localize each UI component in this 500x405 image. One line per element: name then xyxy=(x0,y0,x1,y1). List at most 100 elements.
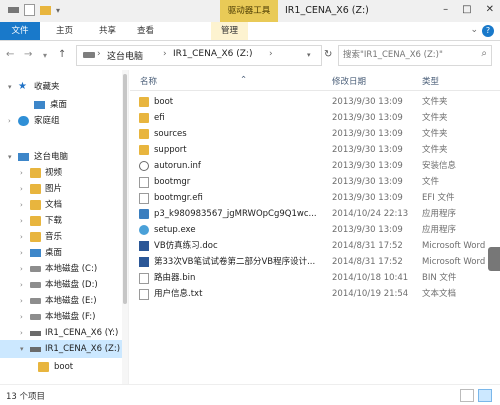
file-type: 文件夹 xyxy=(422,97,448,107)
folder-icon xyxy=(139,113,149,123)
file-type: 应用程序 xyxy=(422,225,457,235)
search-box[interactable]: ⌕ xyxy=(338,45,492,66)
search-icon[interactable]: ⌕ xyxy=(481,48,487,59)
nav-homegroup[interactable]: › 家庭组 xyxy=(0,112,128,130)
file-type: 文本文档 xyxy=(422,289,457,299)
word-doc-icon xyxy=(139,241,149,251)
new-folder-icon[interactable] xyxy=(40,5,51,15)
file-date: 2013/9/30 13:09 xyxy=(332,177,403,187)
file-name: bootmgr.efi xyxy=(154,193,203,203)
dvd-drive-icon xyxy=(30,331,41,336)
tab-manage[interactable]: 管理 xyxy=(211,22,249,40)
tab-home[interactable]: 主页 xyxy=(56,22,73,40)
pictures-folder-icon xyxy=(30,184,41,194)
list-item[interactable]: setup.exe 2013/9/30 13:09 应用程序 xyxy=(130,222,500,238)
dvd-drive-icon xyxy=(30,347,41,352)
file-date: 2013/9/30 13:09 xyxy=(332,193,403,203)
file-date: 2014/8/31 17:52 xyxy=(332,241,403,251)
list-item[interactable]: autorun.inf 2013/9/30 13:09 安装信息 xyxy=(130,158,500,174)
nav-scrollbar[interactable] xyxy=(122,70,128,384)
column-header-date[interactable]: 修改日期 xyxy=(332,75,366,87)
breadcrumb-drive[interactable]: IR1_CENA_X6 (Z:) xyxy=(173,49,252,59)
details-view-icon[interactable] xyxy=(460,389,474,402)
list-item[interactable]: bootmgr.efi 2013/9/30 13:09 EFI 文件 xyxy=(130,190,500,206)
address-bar[interactable]: › 这台电脑 › IR1_CENA_X6 (Z:) › ▾ xyxy=(76,45,322,66)
side-handle[interactable] xyxy=(488,247,500,271)
column-header-name[interactable]: 名称 xyxy=(140,75,157,87)
list-item[interactable]: 路由器.bin 2014/10/18 10:41 BIN 文件 xyxy=(130,270,500,286)
nav-subfolder[interactable]: boot xyxy=(0,358,128,376)
file-name: setup.exe xyxy=(154,225,196,235)
file-name: sources xyxy=(154,129,187,139)
list-item[interactable]: 第33次VB笔试试卷第二部分VB程序设计... 2014/8/31 17:52 … xyxy=(130,254,500,270)
status-bar: 13 个项目 xyxy=(0,384,500,405)
nav-scrollbar-thumb[interactable] xyxy=(123,74,127,304)
file-date: 2013/9/30 13:09 xyxy=(332,145,403,155)
large-icons-view-icon[interactable] xyxy=(478,389,492,402)
customize-chevron-icon[interactable]: ▾ xyxy=(56,6,60,15)
title-bar: ▾ 驱动器工具 IR1_CENA_X6 (Z:) – □ ✕ xyxy=(0,0,500,23)
search-input[interactable] xyxy=(339,46,475,63)
list-item[interactable]: p3_k980983567_jgMRWOpCg9Q1wc... 2014/10/… xyxy=(130,206,500,222)
list-item[interactable]: bootmgr 2013/9/30 13:09 文件 xyxy=(130,174,500,190)
tab-file[interactable]: 文件 xyxy=(0,22,40,40)
column-header-type[interactable]: 类型 xyxy=(422,75,439,87)
forward-arrow-icon[interactable]: → xyxy=(24,49,32,60)
window-title: IR1_CENA_X6 (Z:) xyxy=(285,5,369,16)
up-arrow-icon[interactable]: ↑ xyxy=(58,49,66,60)
list-item[interactable]: boot 2013/9/30 13:09 文件夹 xyxy=(130,94,500,110)
tab-view[interactable]: 查看 xyxy=(137,22,154,40)
file-date: 2013/9/30 13:09 xyxy=(332,97,403,107)
expand-ribbon-chevron-icon[interactable]: ⌄ xyxy=(470,25,478,35)
desktop-icon xyxy=(30,249,41,257)
nav-favorites[interactable]: ▾ ★ 收藏夹 xyxy=(0,78,128,96)
breadcrumb-separator: › xyxy=(163,49,167,59)
list-item[interactable]: efi 2013/9/30 13:09 文件夹 xyxy=(130,110,500,126)
file-date: 2014/10/19 21:54 xyxy=(332,289,409,299)
maximize-button[interactable]: □ xyxy=(462,4,471,15)
nav-favorites-label: 收藏夹 xyxy=(34,82,60,92)
word-doc-icon xyxy=(139,257,149,267)
file-type: 文件夹 xyxy=(422,145,448,155)
file-name: p3_k980983567_jgMRWOpCg9Q1wc... xyxy=(154,209,317,219)
drive-icon[interactable] xyxy=(8,7,19,13)
file-type: 文件夹 xyxy=(422,129,448,139)
chevron-down-icon[interactable]: ▾ xyxy=(8,78,12,96)
file-type: 应用程序 xyxy=(422,209,457,219)
file-icon xyxy=(139,193,149,204)
back-arrow-icon[interactable]: ← xyxy=(6,49,14,60)
chevron-down-icon[interactable]: ▾ xyxy=(20,340,24,358)
minimize-button[interactable]: – xyxy=(443,4,448,15)
navigation-pane: ▾ ★ 收藏夹 桌面 › 家庭组 ▾ 这台电脑 › 视频 › 图片 › 文档 ›… xyxy=(0,70,129,384)
file-type: 安装信息 xyxy=(422,161,457,171)
hard-drive-icon xyxy=(30,298,41,304)
star-icon: ★ xyxy=(18,81,27,92)
homegroup-icon xyxy=(18,116,29,126)
list-item[interactable]: sources 2013/9/30 13:09 文件夹 xyxy=(130,126,500,142)
close-button[interactable]: ✕ xyxy=(486,4,494,15)
help-button[interactable]: ? xyxy=(482,25,494,37)
file-name: boot xyxy=(154,97,174,107)
music-folder-icon xyxy=(30,232,41,242)
file-name: support xyxy=(154,145,187,155)
file-name: 用户信息.txt xyxy=(154,289,203,299)
hard-drive-icon xyxy=(30,314,41,320)
tab-share[interactable]: 共享 xyxy=(99,22,116,40)
properties-icon[interactable] xyxy=(24,4,35,16)
nav-drive-selected[interactable]: ▾ IR1_CENA_X6 (Z:) xyxy=(0,340,128,358)
file-name: 第33次VB笔试试卷第二部分VB程序设计... xyxy=(154,257,316,267)
drive-tools-context-tab[interactable]: 驱动器工具 xyxy=(220,0,278,22)
nav-label: 家庭组 xyxy=(34,116,60,126)
recent-locations-chevron-icon[interactable]: ▾ xyxy=(43,51,47,60)
breadcrumb-this-pc[interactable]: 这台电脑 xyxy=(107,49,143,62)
application-icon xyxy=(139,209,149,219)
chevron-right-icon[interactable]: › xyxy=(8,112,11,130)
file-icon xyxy=(139,177,149,188)
list-item[interactable]: VB仿真练习.doc 2014/8/31 17:52 Microsoft Wor… xyxy=(130,238,500,254)
address-history-chevron-icon[interactable]: ▾ xyxy=(307,51,311,59)
documents-folder-icon xyxy=(30,200,41,210)
refresh-icon[interactable]: ↻ xyxy=(324,49,332,60)
list-item[interactable]: support 2013/9/30 13:09 文件夹 xyxy=(130,142,500,158)
window-controls: – □ ✕ xyxy=(443,4,494,15)
list-item[interactable]: 用户信息.txt 2014/10/19 21:54 文本文档 xyxy=(130,286,500,302)
